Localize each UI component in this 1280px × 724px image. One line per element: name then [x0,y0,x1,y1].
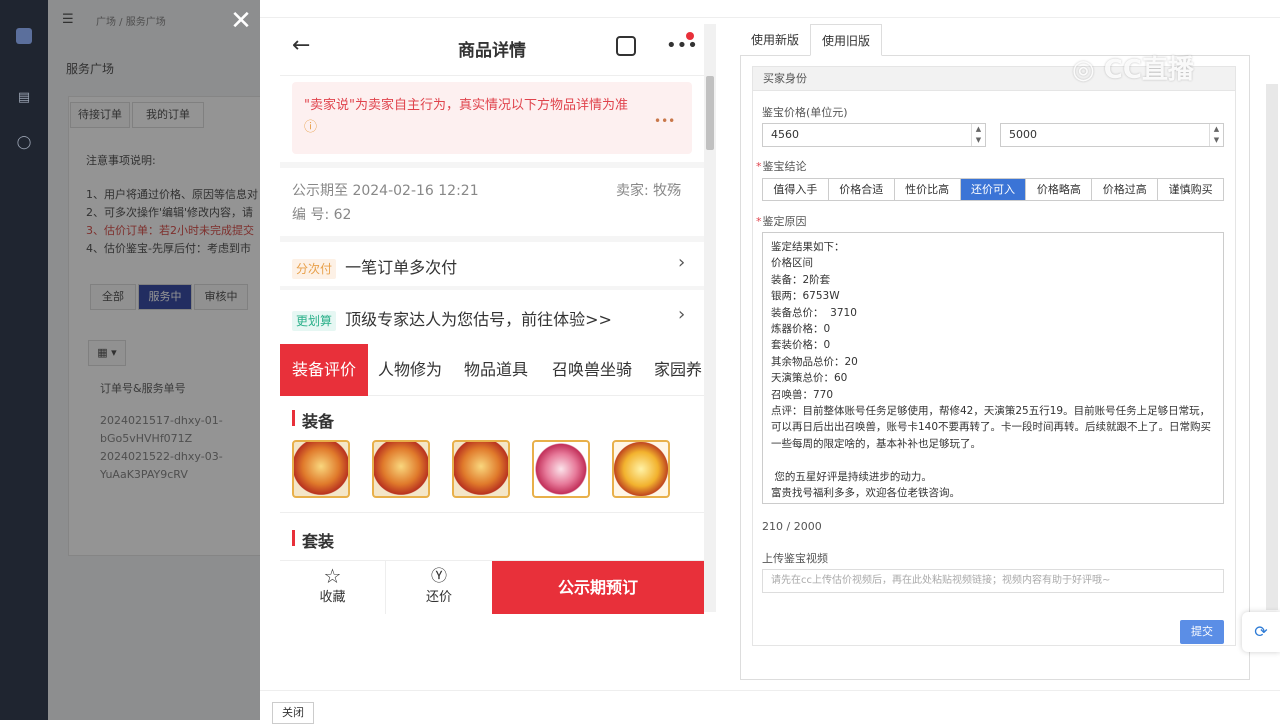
favorite-label: 收藏 [319,590,346,605]
separator [280,162,704,168]
video-link-input[interactable]: 请先在cc上传估价视频后，再在此处粘贴视频链接；视频内容有助于好评哦~ [762,569,1224,593]
question-icon[interactable]: ⓘ [304,120,317,135]
price-min-value: 4560 [771,128,799,141]
reason-label: 鉴定原因 [756,213,807,229]
submit-button[interactable]: 提交 [1180,620,1224,644]
assistant-icon[interactable]: ⟳ [1242,612,1280,652]
tab-home[interactable]: 家园养 [654,344,702,396]
preview-scroll-thumb[interactable] [706,76,714,150]
close-icon[interactable]: ✕ [228,8,254,34]
price-min-input[interactable]: 4560 ▲ ▼ [762,123,986,147]
app-logo-icon[interactable] [16,28,32,44]
chevron-right-icon[interactable]: › [678,304,685,325]
video-label: 上传鉴宝视频 [762,552,828,565]
section-set: 套装 [302,532,335,551]
product-preview: ← 商品详情 ••• "卖家说"为卖家自主行为，真实情况以下方物品详情为准 ⓘ … [280,18,704,614]
section-marker [292,410,295,426]
notice-text: "卖家说"为卖家自主行为，真实情况以下方物品详情为准 [304,98,628,113]
separator [280,236,704,242]
chevron-right-icon[interactable]: › [678,252,685,273]
appraise-text: 顶级专家达人为您估号，前往体验>> [345,310,612,329]
serial-number: 编 号: 62 [292,207,352,223]
conclusion-option-selected[interactable]: 还价可入 [960,179,1027,200]
price-max-value: 5000 [1009,128,1037,141]
page-title: 商品详情 [458,41,526,61]
conclusion-option[interactable]: 价格合适 [828,179,895,200]
tab-old-version[interactable]: 使用旧版 [810,24,883,56]
publicity-time: 公示期至 2024-02-16 12:21 [292,183,479,199]
conclusion-group: 值得入手 价格合适 性价比高 还价可入 价格略高 价格过高 谨慎购买 [762,178,1224,201]
separator [280,512,704,513]
yen-icon: Ⓨ [430,566,447,585]
bargain-label: 还价 [425,590,452,605]
char-count: 210 / 2000 [762,520,822,533]
drawer-footer [260,690,1280,720]
price-max-input[interactable]: 5000 ▲ ▼ [1000,123,1224,147]
app-sidebar: ▤ ◯ [0,0,48,720]
tab-pets[interactable]: 召唤兽坐骑 [552,344,632,396]
bottom-action-bar: ☆ 收藏 Ⓨ 还价 公示期预订 [280,560,704,614]
watermark-logo: ◎ CC直播 [1072,55,1194,85]
category-tabs: 装备评价 人物修为 物品道具 召唤兽坐骑 家园养 [280,344,704,396]
dots-icon: ••• [654,114,676,128]
modal-overlay[interactable] [48,0,260,720]
section-marker [292,530,295,546]
installment-row[interactable]: 分次付 一笔订单多次付 [292,254,457,279]
equipment-boots-icon[interactable] [612,440,670,498]
conclusion-option[interactable]: 性价比高 [894,179,961,200]
bargain-button[interactable]: Ⓨ 还价 [386,561,492,614]
more-icon[interactable]: ••• [666,36,698,56]
conclusion-option[interactable]: 价格略高 [1026,179,1093,200]
separator [280,286,704,290]
share-icon[interactable] [616,36,636,56]
document-icon[interactable]: ▤ [16,90,32,106]
notification-dot [686,32,694,40]
form-scrollbar[interactable] [1266,84,1278,610]
conclusion-option[interactable]: 价格过高 [1092,179,1159,200]
equipment-helmet-icon[interactable] [292,440,350,498]
equipment-armor-icon[interactable] [372,440,430,498]
conclusion-option[interactable]: 谨慎购买 [1158,179,1224,200]
installment-tag: 分次付 [292,259,337,279]
preview-header: ← 商品详情 ••• [280,18,704,76]
reserve-button[interactable]: 公示期预订 [492,561,704,614]
equipment-warrior-icon[interactable] [452,440,510,498]
tab-items[interactable]: 物品道具 [464,344,528,396]
price-label: 鉴宝价格(单位元) [762,106,848,119]
conclusion-option[interactable]: 值得入手 [763,179,829,200]
favorite-button[interactable]: ☆ 收藏 [280,561,386,614]
appraise-row[interactable]: 更划算 顶级专家达人为您估号，前往体验>> [292,306,612,331]
seller-notice: "卖家说"为卖家自主行为，真实情况以下方物品详情为准 ⓘ [292,82,692,154]
installment-text: 一笔订单多次付 [345,258,458,277]
drawer-top-bar [260,0,1280,18]
tab-equipment[interactable]: 装备评价 [280,344,368,396]
star-icon: ☆ [323,564,342,588]
stepper-icon[interactable]: ▲ ▼ [971,124,985,146]
conclusion-label: 鉴宝结论 [756,158,807,174]
seller-name[interactable]: 卖家: 牧殇 [616,180,681,200]
equipment-necklace-icon[interactable] [532,440,590,498]
user-icon[interactable]: ◯ [16,135,32,151]
stepper-icon[interactable]: ▲ ▼ [1209,124,1223,146]
close-button[interactable]: 关闭 [272,702,314,724]
appraise-tag: 更划算 [292,311,337,331]
reason-textarea[interactable]: 鉴定结果如下： 价格区间 装备：2阶套 银两：6753W 装备总价： 3710 … [762,232,1224,504]
section-equipment: 装备 [302,412,335,431]
tab-character[interactable]: 人物修为 [378,344,442,396]
tab-new-version[interactable]: 使用新版 [740,24,810,56]
